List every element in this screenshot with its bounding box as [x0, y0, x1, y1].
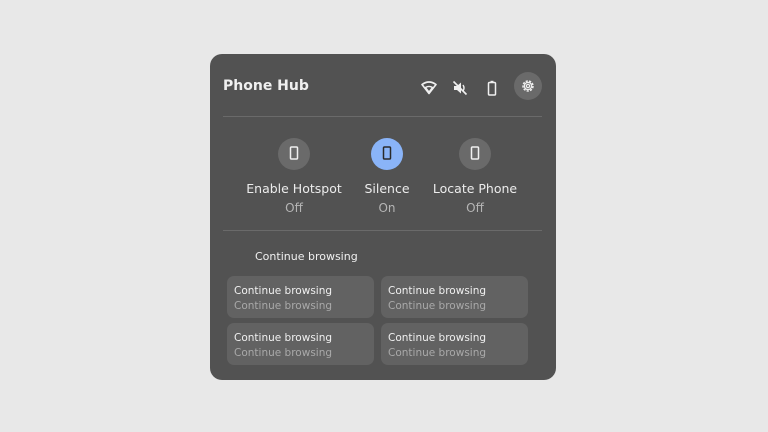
browsing-card[interactable]: Continue browsing Continue browsing: [227, 323, 374, 365]
gear-icon: [520, 78, 536, 94]
card-subtitle: Continue browsing: [234, 300, 333, 312]
browsing-card[interactable]: Continue browsing Continue browsing: [381, 276, 528, 318]
card-title: Continue browsing: [234, 285, 333, 297]
phone-icon: [382, 145, 392, 164]
phone-hub-header: Phone Hub: [210, 54, 556, 116]
phone-icon: [289, 145, 299, 164]
header-divider: [223, 116, 542, 117]
browsing-card[interactable]: Continue browsing Continue browsing: [227, 276, 374, 318]
mute-icon: [446, 74, 474, 102]
settings-button[interactable]: [514, 72, 542, 100]
browsing-card[interactable]: Continue browsing Continue browsing: [381, 323, 528, 365]
card-title: Continue browsing: [388, 332, 487, 344]
card-title: Continue browsing: [234, 332, 333, 344]
page-title: Phone Hub: [223, 78, 309, 94]
wifi-icon: [415, 74, 443, 102]
feature-label: Locate Phone: [432, 181, 518, 196]
feature-state: Off: [466, 201, 484, 215]
phone-icon: [470, 145, 480, 164]
locate-phone-button[interactable]: [459, 138, 491, 170]
feature-locate-phone: Locate Phone Off: [420, 138, 530, 215]
battery-icon: [478, 74, 506, 102]
silence-button[interactable]: [371, 138, 403, 170]
enable-hotspot-button[interactable]: [278, 138, 310, 170]
continue-browsing-heading: Continue browsing: [255, 250, 358, 263]
card-subtitle: Continue browsing: [388, 300, 487, 312]
card-subtitle: Continue browsing: [234, 347, 333, 359]
card-subtitle: Continue browsing: [388, 347, 487, 359]
card-title: Continue browsing: [388, 285, 487, 297]
section-divider: [223, 230, 542, 231]
phone-hub-panel: Phone Hub Enable Hotspot Off Silence On …: [210, 54, 556, 380]
